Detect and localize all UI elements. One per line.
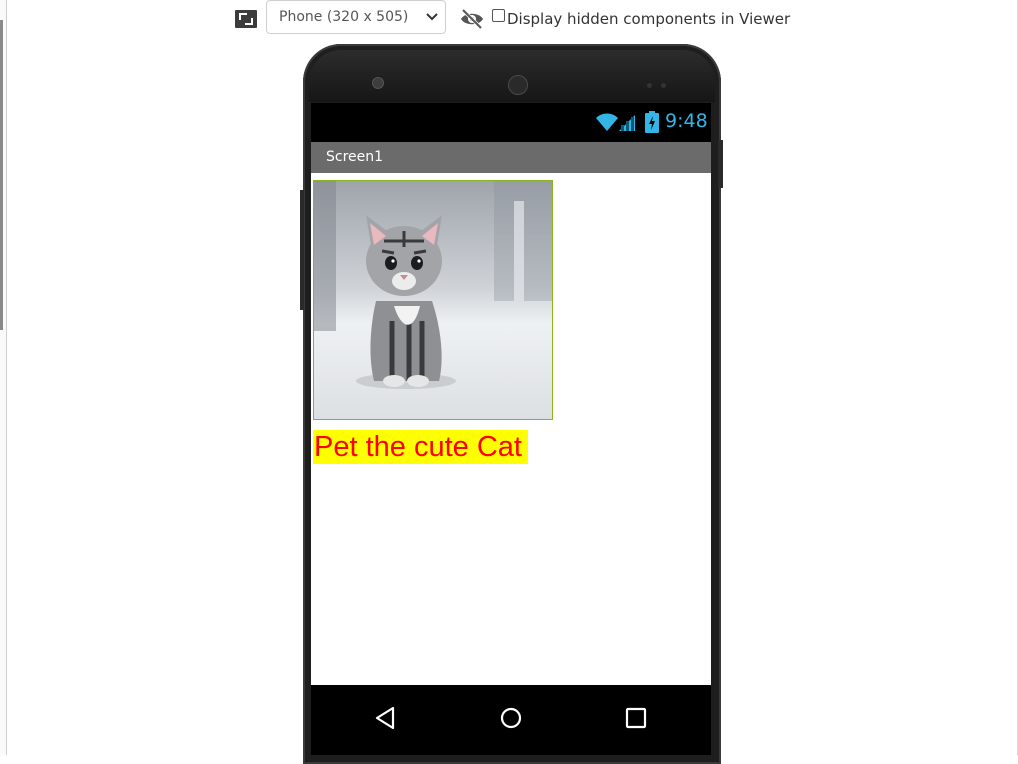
phone-top-bezel — [309, 50, 715, 102]
status-bar: 9:48 — [311, 103, 711, 142]
wifi-signal-icon — [596, 113, 635, 131]
eye-off-icon[interactable] — [459, 7, 485, 31]
app-title-bar: Screen1 — [311, 142, 711, 173]
sensor-dot — [647, 83, 652, 88]
sensor-dot — [661, 83, 666, 88]
battery-charging-icon — [645, 111, 659, 133]
home-icon[interactable] — [496, 703, 526, 733]
recent-apps-icon[interactable] — [621, 703, 651, 733]
android-nav-bar — [311, 685, 711, 755]
cat-illustration — [314, 181, 552, 419]
scrollbar[interactable] — [0, 20, 3, 330]
screen-content: Pet the cute Cat — [311, 173, 711, 685]
phone-side-button — [718, 140, 723, 188]
viewer-toolbar: Phone (320 x 505) Display hidden compone… — [0, 0, 1018, 40]
camera-icon — [372, 77, 384, 89]
resize-icon[interactable] — [235, 10, 257, 28]
chevron-down-icon — [426, 13, 438, 21]
left-panel-edge — [0, 0, 7, 755]
speaker-icon — [508, 75, 528, 95]
hidden-components-label[interactable]: Display hidden components in Viewer — [507, 10, 790, 28]
hidden-components-checkbox[interactable] — [492, 9, 505, 22]
phone-screen: 9:48 Screen1 Pet the cute Cat — [311, 103, 711, 755]
phone-side-button — [300, 190, 304, 310]
cat-image[interactable] — [313, 180, 553, 420]
screen-title: Screen1 — [326, 149, 384, 165]
device-size-select[interactable]: Phone (320 x 505) — [266, 0, 446, 34]
status-clock: 9:48 — [665, 110, 708, 132]
device-size-selected: Phone (320 x 505) — [279, 9, 409, 25]
cat-caption-label: Pet the cute Cat — [313, 430, 528, 464]
back-icon[interactable] — [371, 703, 401, 733]
